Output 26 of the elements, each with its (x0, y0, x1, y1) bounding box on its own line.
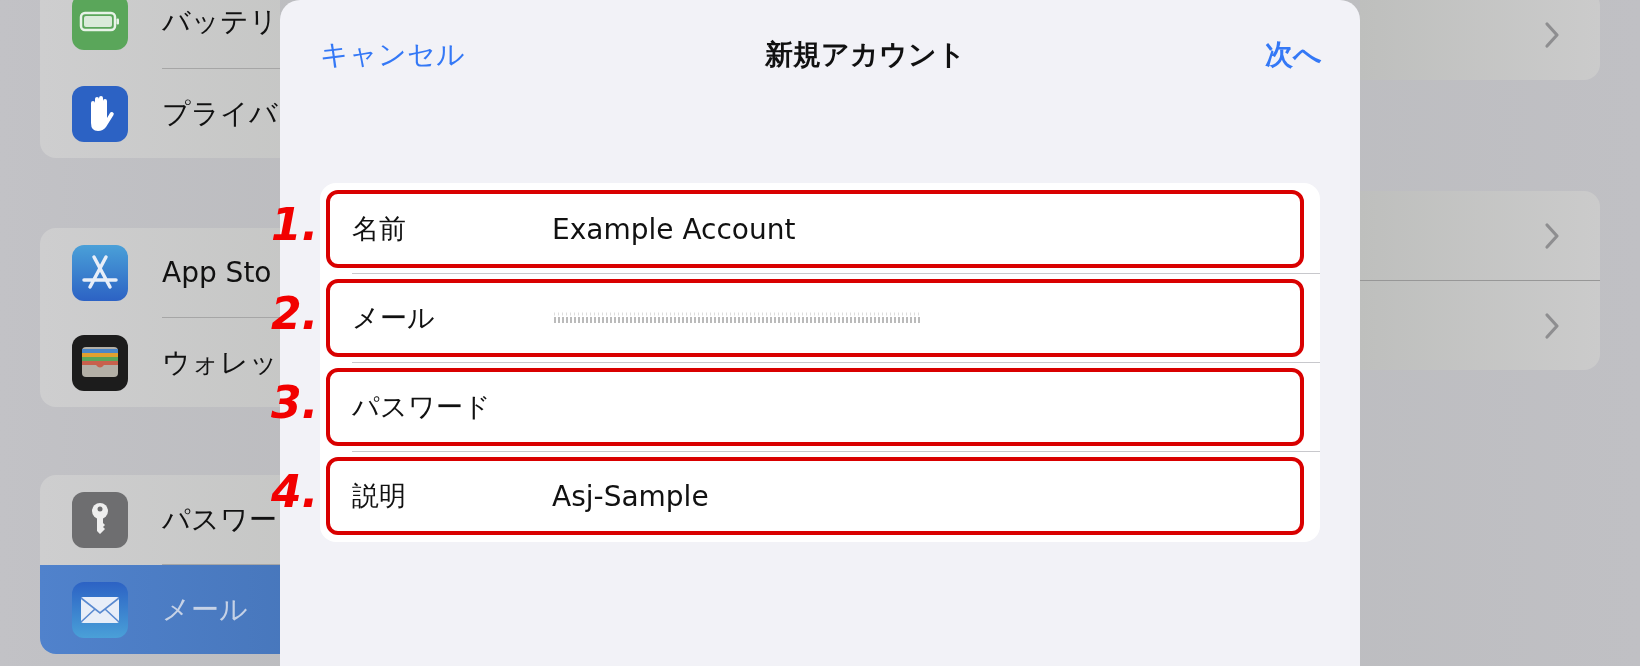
settings-item[interactable]: プライバ (40, 69, 280, 158)
field-label: メール (352, 301, 436, 335)
key-icon (72, 491, 128, 548)
annotation-number: 1. (271, 199, 319, 250)
settings-item-label: App Sto (162, 256, 272, 289)
annotation-number: 2. (271, 288, 319, 339)
chevron-icon (1544, 21, 1560, 49)
cancel-button[interactable]: キャンセル (320, 36, 465, 74)
chevron-icon (1544, 311, 1560, 340)
app-store-icon (72, 244, 128, 301)
field-label: パスワード (352, 390, 492, 424)
field-label: 説明 (352, 479, 407, 513)
next-button[interactable]: 次へ (1265, 36, 1322, 74)
sheet-title: 新規アカウント (764, 37, 966, 73)
input-field[interactable]: Example Account (552, 212, 796, 246)
field-label: 名前 (352, 212, 407, 246)
chevron-icon (1544, 221, 1560, 250)
wallet-icon (72, 334, 128, 391)
envelope-icon (72, 581, 128, 638)
battery-icon (72, 0, 128, 50)
settings-item-label: プライバ (162, 95, 278, 132)
settings-item-label: バッテリ (162, 4, 278, 40)
input-field[interactable]: Asj-Sample (552, 479, 709, 513)
hand-icon (72, 85, 128, 142)
settings-item[interactable]: バッテリ (40, 0, 280, 68)
settings-item-label: メール (162, 591, 248, 628)
